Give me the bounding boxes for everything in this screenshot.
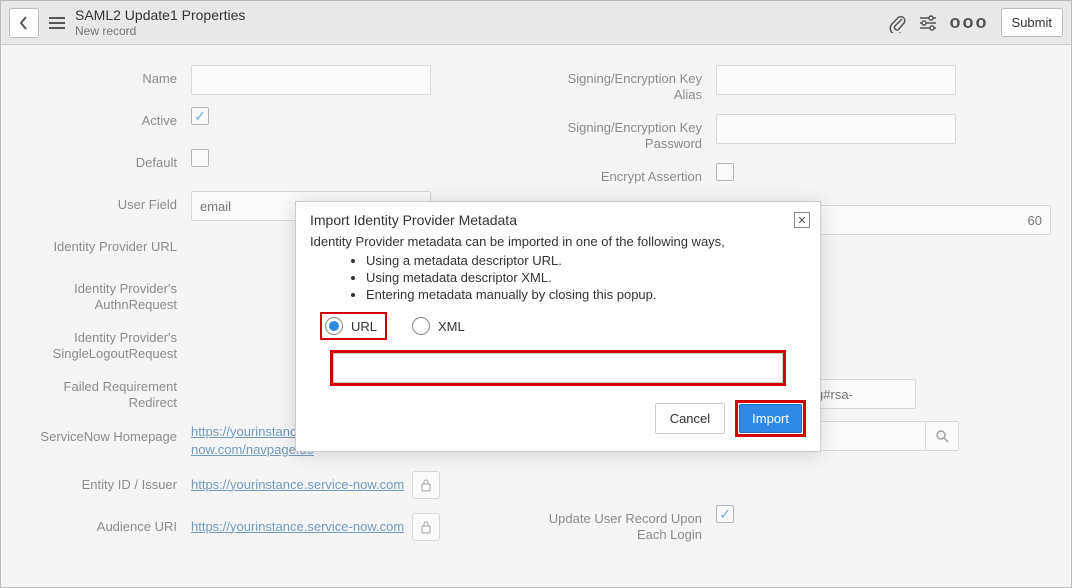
more-icon[interactable]: ooo	[950, 12, 989, 33]
page-subtitle: New record	[75, 24, 888, 38]
close-icon: ✕	[797, 214, 806, 227]
modal-close-button[interactable]: ✕	[794, 212, 810, 228]
settings-icon[interactable]	[918, 14, 938, 32]
radio-icon	[325, 317, 343, 335]
import-metadata-modal: ✕ Import Identity Provider Metadata Iden…	[295, 201, 821, 452]
modal-bullet: Using metadata descriptor XML.	[366, 270, 806, 285]
page-title: SAML2 Update1 Properties	[75, 7, 888, 23]
radio-xml-option[interactable]: XML	[409, 314, 473, 338]
radio-icon	[412, 317, 430, 335]
radio-xml-label: XML	[438, 319, 465, 334]
radio-url-label: URL	[351, 319, 377, 334]
cancel-button[interactable]: Cancel	[655, 403, 725, 434]
page-header: SAML2 Update1 Properties New record ooo …	[1, 1, 1071, 45]
chevron-left-icon	[19, 16, 29, 30]
modal-bullet: Using a metadata descriptor URL.	[366, 253, 806, 268]
modal-actions: Cancel Import	[310, 400, 806, 437]
modal-bullet: Entering metadata manually by closing th…	[366, 287, 806, 302]
menu-icon[interactable]	[49, 17, 65, 29]
modal-description: Identity Provider metadata can be import…	[310, 234, 806, 249]
import-button[interactable]: Import	[739, 404, 802, 433]
submit-button[interactable]: Submit	[1001, 8, 1063, 37]
metadata-url-input[interactable]	[333, 353, 783, 383]
metadata-url-highlight	[330, 350, 786, 386]
back-button[interactable]	[9, 8, 39, 38]
metadata-source-radios: URL XML	[320, 312, 806, 340]
modal-title: Import Identity Provider Metadata	[310, 212, 806, 228]
import-button-highlight: Import	[735, 400, 806, 437]
title-block: SAML2 Update1 Properties New record	[75, 7, 888, 38]
modal-bullet-list: Using a metadata descriptor URL. Using m…	[366, 253, 806, 302]
header-actions: ooo Submit	[888, 8, 1063, 37]
attachment-icon[interactable]	[888, 13, 906, 33]
radio-url-option[interactable]: URL	[320, 312, 387, 340]
